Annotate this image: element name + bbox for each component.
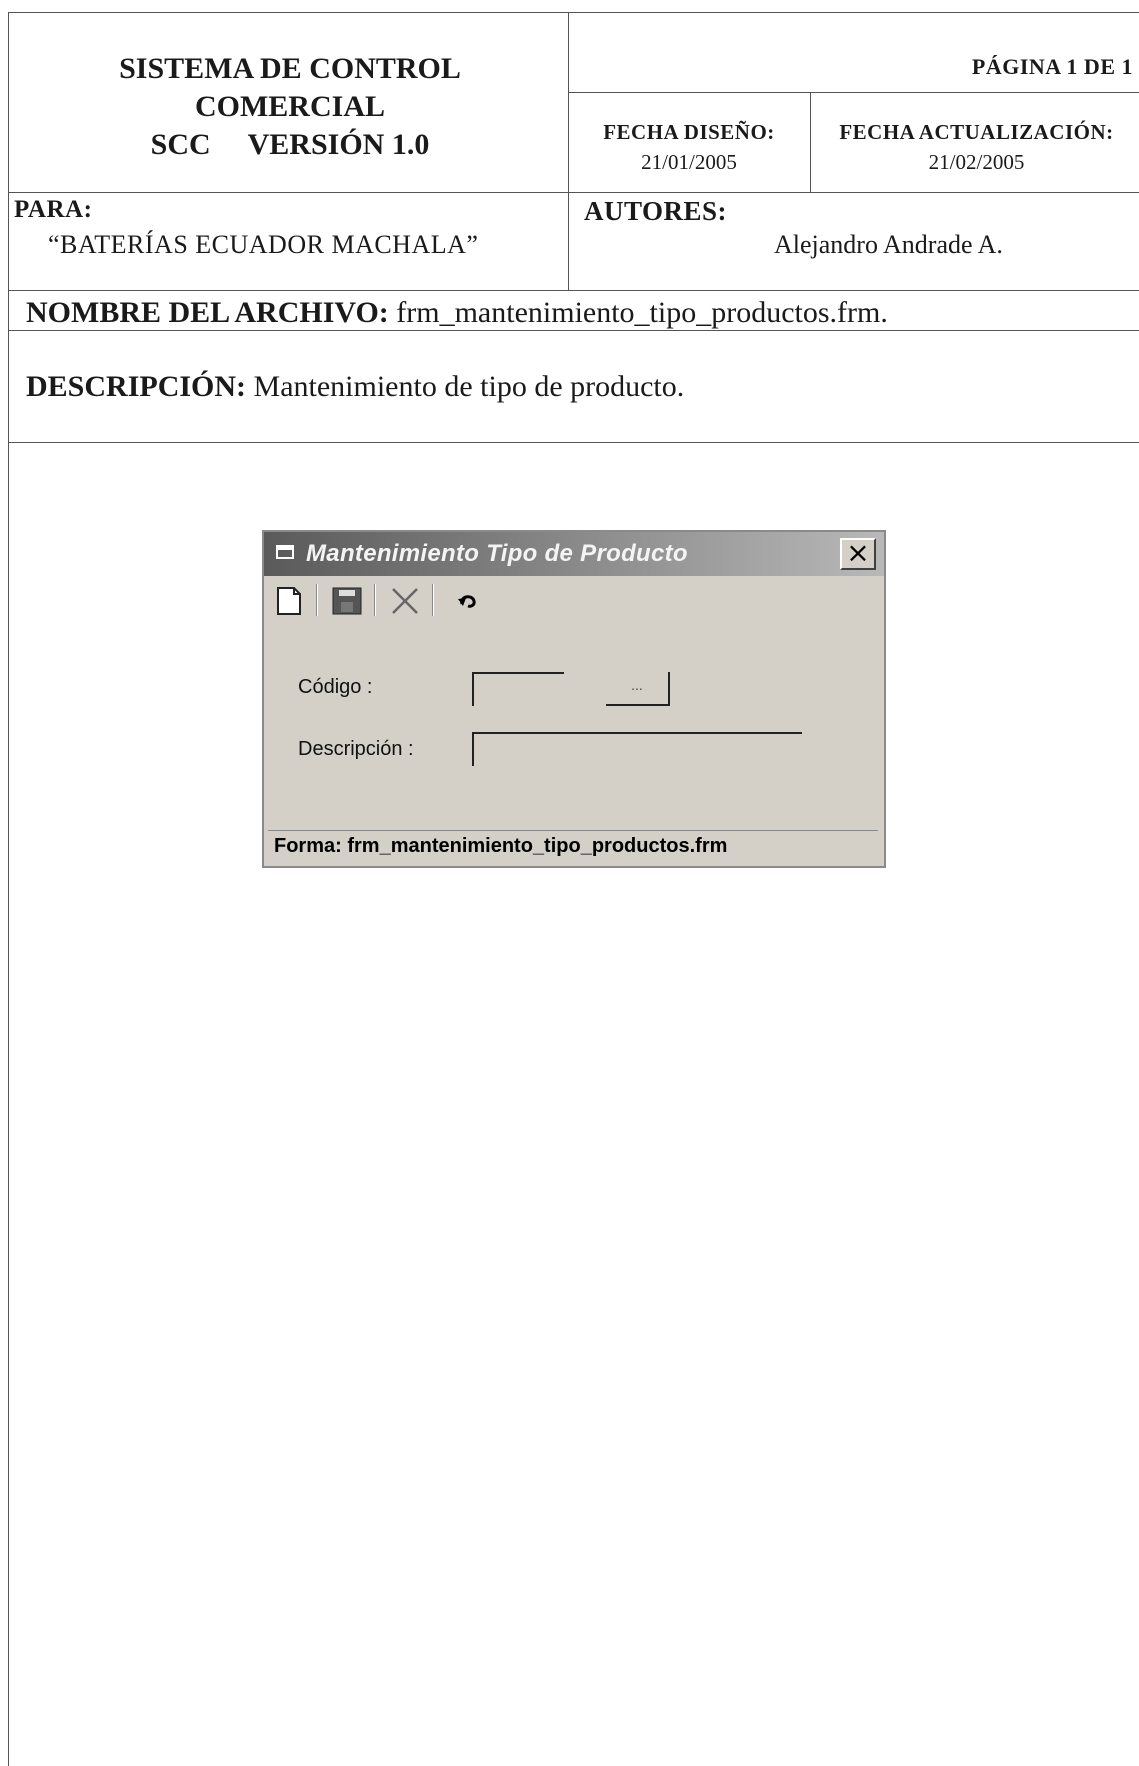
authors-value: Alejandro Andrade A. xyxy=(774,230,1003,259)
for-label: PARA: xyxy=(14,196,93,223)
filename-value: frm_mantenimiento_tipo_productos.frm. xyxy=(396,296,888,329)
system-version: SCC VERSIÓN 1.0 xyxy=(150,128,430,161)
system-title-line2: COMERCIAL xyxy=(194,90,385,123)
dialog-title: Mantenimiento Tipo de Producto xyxy=(306,540,688,567)
filename-label: NOMBRE DEL ARCHIVO: xyxy=(26,296,389,329)
undo-button[interactable] xyxy=(452,584,486,618)
header-divider-page xyxy=(568,92,1139,93)
save-icon xyxy=(332,587,362,615)
header-divider-dates xyxy=(810,92,811,192)
header-divider-filename xyxy=(8,330,1139,331)
status-bar: Forma: frm_mantenimiento_tipo_productos.… xyxy=(268,830,878,862)
code-lookup-button[interactable]: ... xyxy=(606,672,670,706)
header-divider-main xyxy=(8,192,1139,193)
header-divider-vertical xyxy=(568,12,569,290)
update-date: 21/02/2005 xyxy=(928,150,1025,174)
status-text: Forma: frm_mantenimiento_tipo_productos.… xyxy=(274,835,728,857)
design-date-label: FECHA DISEÑO: xyxy=(603,120,775,144)
save-button[interactable] xyxy=(330,584,364,618)
description-field-label: Descripción : xyxy=(298,738,414,760)
code-label: Código : xyxy=(298,676,373,698)
description-label: DESCRIPCIÓN: xyxy=(26,370,247,403)
system-title-line1: SISTEMA DE CONTROL xyxy=(119,52,461,85)
dialog-titlebar[interactable]: Mantenimiento Tipo de Producto × xyxy=(264,532,884,576)
design-date: 21/01/2005 xyxy=(641,150,737,174)
authors-label: AUTORES: xyxy=(584,196,728,226)
update-date-label: FECHA ACTUALIZACIÓN: xyxy=(839,120,1114,144)
undo-icon xyxy=(458,595,476,608)
client-name: “BATERÍAS ECUADOR MACHALA” xyxy=(48,230,479,259)
document-frame xyxy=(8,12,1139,1766)
maintenance-dialog: Mantenimiento Tipo de Producto × Código … xyxy=(262,530,886,868)
toolbar-separator xyxy=(374,584,376,616)
delete-button[interactable] xyxy=(388,584,422,618)
window-icon xyxy=(276,545,294,559)
delete-icon xyxy=(392,588,418,614)
description-row: DESCRIPCIÓN: Mantenimiento de tipo de pr… xyxy=(26,370,684,404)
close-button[interactable]: × xyxy=(840,538,876,570)
toolbar-separator xyxy=(432,584,434,616)
description-input[interactable] xyxy=(472,732,802,766)
filename-row: NOMBRE DEL ARCHIVO: frm_mantenimiento_ti… xyxy=(26,296,888,330)
dialog-toolbar xyxy=(264,576,884,624)
new-icon xyxy=(277,587,301,615)
header-divider-description xyxy=(8,442,1139,443)
header-divider-para xyxy=(8,290,1139,291)
code-input[interactable] xyxy=(472,672,564,706)
description-value: Mantenimiento de tipo de producto. xyxy=(253,370,685,403)
new-button[interactable] xyxy=(272,584,306,618)
close-icon: × xyxy=(846,536,870,569)
toolbar-separator xyxy=(316,584,318,616)
page-number: PÁGINA 1 DE 1 xyxy=(971,54,1133,79)
